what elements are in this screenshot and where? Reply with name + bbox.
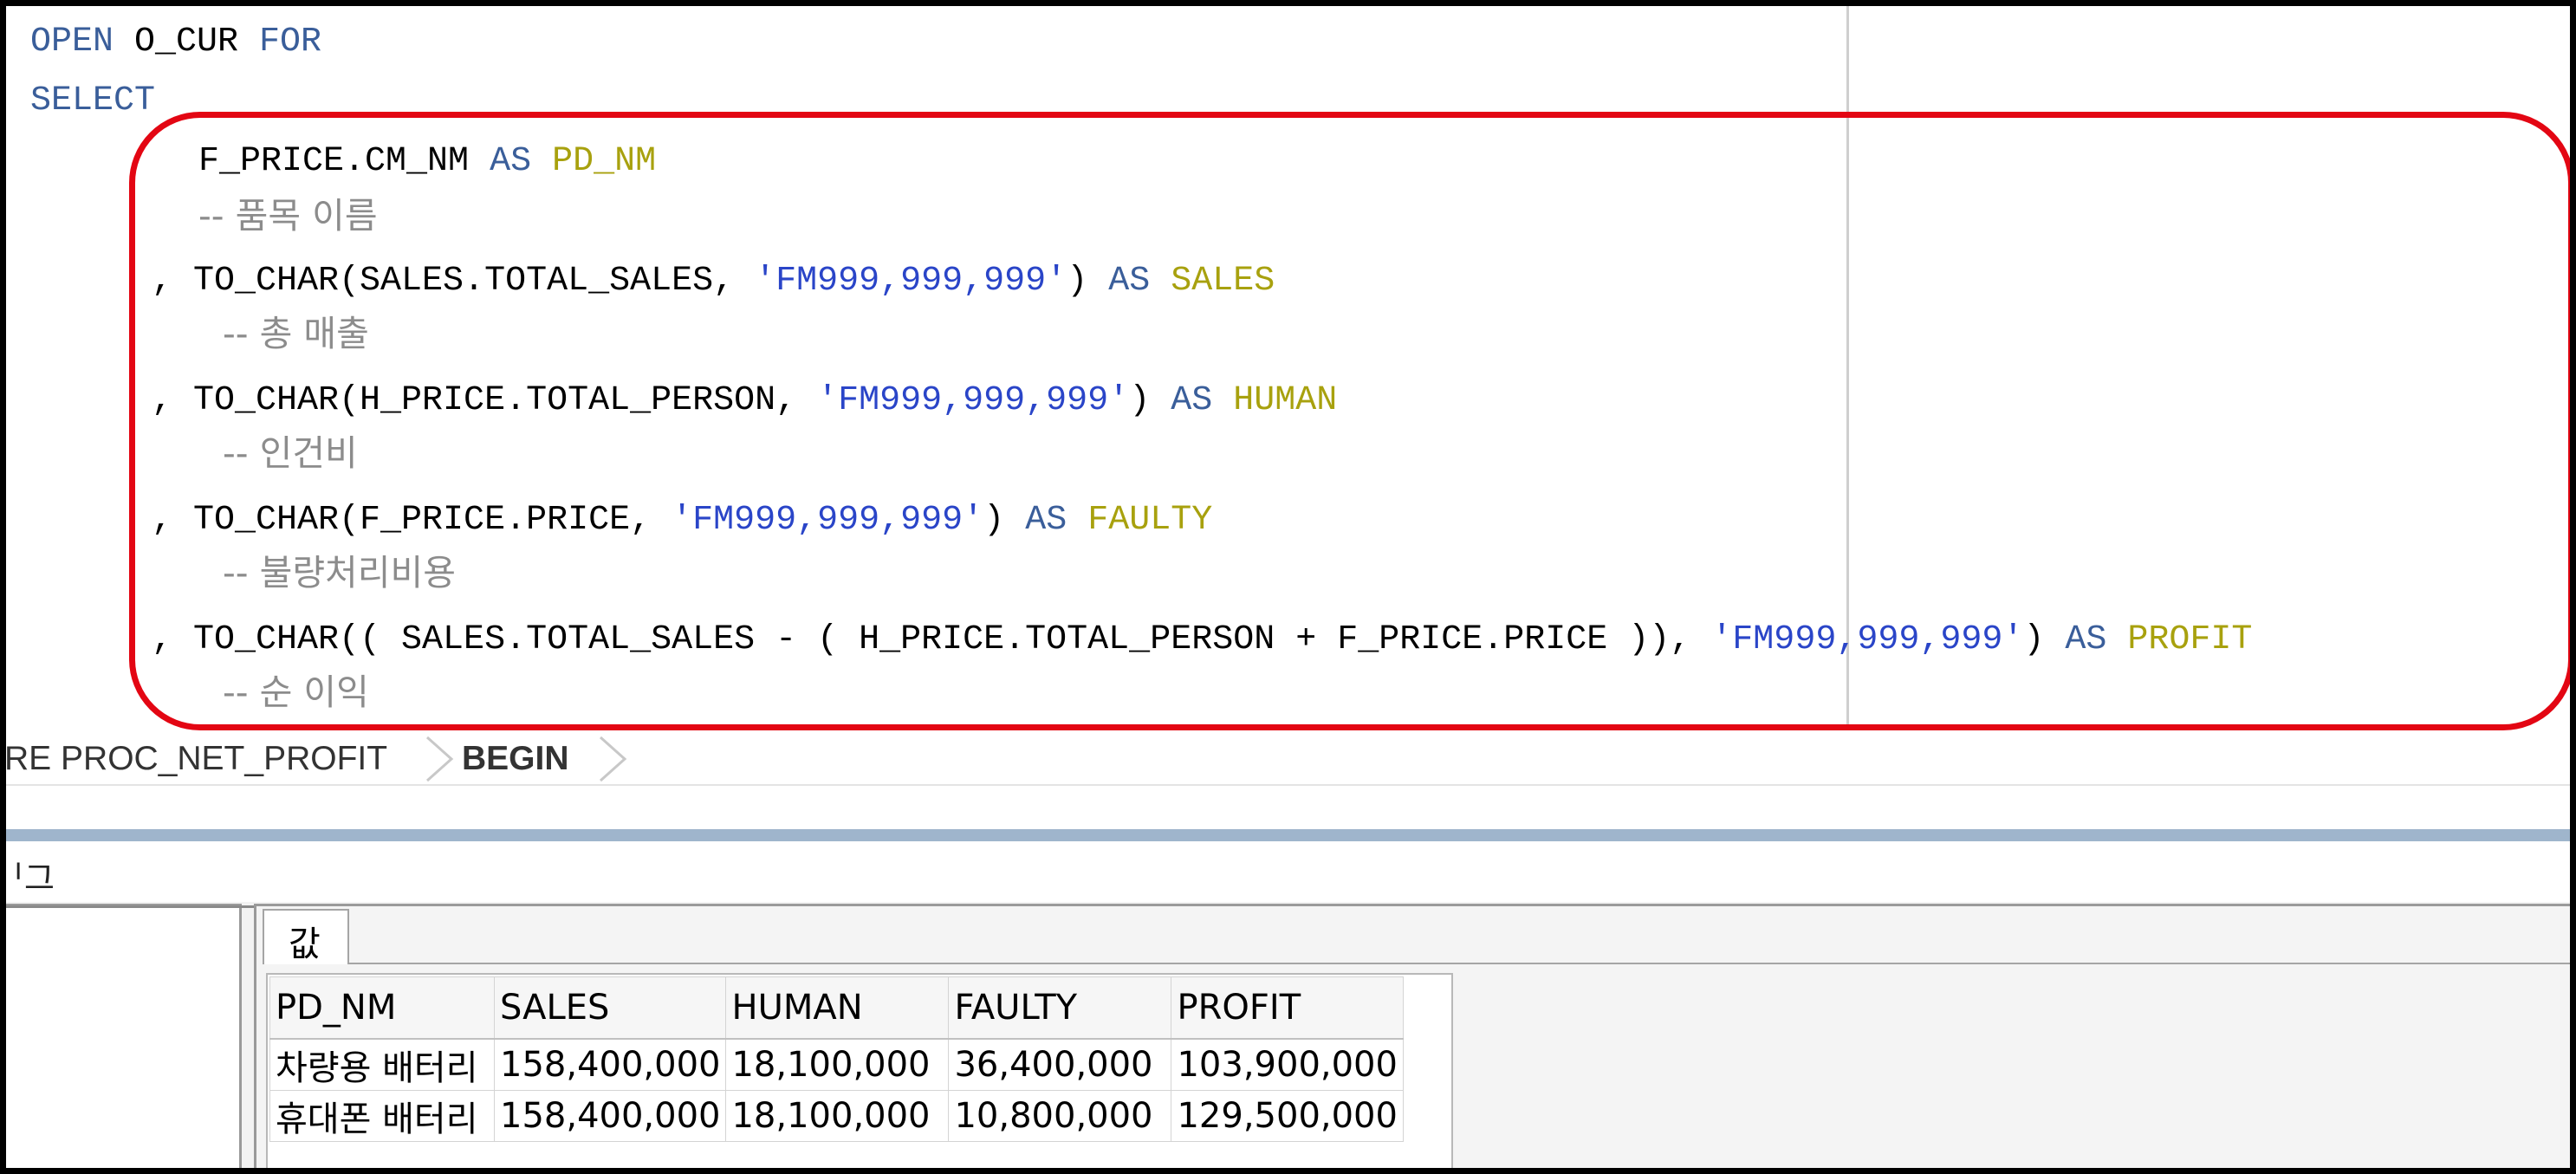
output-panel-title[interactable]: ᅵ그 [6,852,55,899]
column-header-profit[interactable]: PROFIT [1171,976,1404,1040]
table-header-row: PD_NM SALES HUMAN FAULTY PROFIT [269,976,1404,1040]
column-header-faulty[interactable]: FAULTY [948,976,1172,1040]
breadcrumb-begin[interactable]: BEGIN [462,739,569,779]
column-header-sales[interactable]: SALES [493,976,727,1040]
column-header-human[interactable]: HUMAN [725,976,950,1040]
cell-human[interactable]: 18,100,000 [725,1090,950,1142]
breadcrumb: RE PROC_NET_PROFIT BEGIN [6,734,2570,786]
results-grid[interactable]: PD_NM SALES HUMAN FAULTY PROFIT 차량용 배터리 … [266,973,1453,1168]
cell-faulty[interactable]: 10,800,000 [948,1090,1172,1142]
app-window: OPEN O_CUR FOR SELECT F_PRICE.CM_NM AS P… [0,0,2576,1174]
column-header-pd-nm[interactable]: PD_NM [269,976,495,1040]
cell-sales[interactable]: 158,400,000 [493,1038,727,1091]
cell-pd-nm[interactable]: 휴대폰 배터리 [269,1090,495,1142]
cell-sales[interactable]: 158,400,000 [493,1090,727,1142]
keyword-open: OPEN [30,23,114,62]
panel-splitter[interactable] [6,829,2570,841]
highlight-annotation-box [129,112,2570,730]
breadcrumb-separator-icon [600,736,627,782]
results-table: PD_NM SALES HUMAN FAULTY PROFIT 차량용 배터리 … [269,976,1404,1142]
cell-profit[interactable]: 129,500,000 [1171,1090,1404,1142]
tab-value-label: 값 [289,924,321,964]
cell-human[interactable]: 18,100,000 [725,1038,950,1091]
cell-profit[interactable]: 103,900,000 [1171,1038,1404,1091]
cursor-name: O_CUR [114,23,260,62]
cell-pd-nm[interactable]: 차량용 배터리 [269,1038,495,1091]
pane-divider [6,905,257,908]
breadcrumb-separator-icon [426,736,454,782]
table-row[interactable]: 휴대폰 배터리 158,400,000 18,100,000 10,800,00… [269,1090,1404,1142]
keyword-for: FOR [259,23,322,62]
code-line-2[interactable]: SELECT [30,84,155,119]
code-editor[interactable]: OPEN O_CUR FOR SELECT F_PRICE.CM_NM AS P… [6,6,2570,734]
code-line-1[interactable]: OPEN O_CUR FOR [30,25,321,60]
tab-strip-border [349,963,2570,964]
variables-pane[interactable] [6,904,242,1168]
tab-value[interactable]: 값 [263,909,349,964]
breadcrumb-procedure[interactable]: RE PROC_NET_PROFIT [6,739,387,779]
output-panel-header: ᅵ그 [6,846,2570,898]
cell-faulty[interactable]: 36,400,000 [948,1038,1172,1091]
table-row[interactable]: 차량용 배터리 158,400,000 18,100,000 36,400,00… [269,1038,1404,1091]
